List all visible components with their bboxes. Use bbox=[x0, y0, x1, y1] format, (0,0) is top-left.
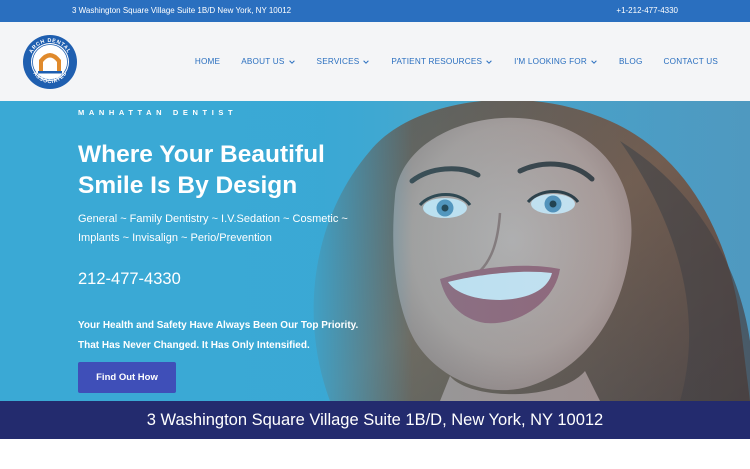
nav-about-us-label: ABOUT US bbox=[241, 57, 285, 66]
chevron-down-icon bbox=[288, 59, 295, 64]
chevron-down-icon bbox=[363, 59, 370, 64]
nav-im-looking-for-label: I'M LOOKING FOR bbox=[514, 57, 587, 66]
nav-patient-resources-label: PATIENT RESOURCES bbox=[391, 57, 483, 66]
hero-eyebrow: MANHATTAN DENTIST bbox=[78, 108, 238, 117]
nav-services[interactable]: SERVICES bbox=[317, 57, 371, 66]
top-contact-bar: 3 Washington Square Village Suite 1B/D N… bbox=[0, 0, 750, 22]
nav-im-looking-for[interactable]: I'M LOOKING FOR bbox=[514, 57, 598, 66]
site-header: ARCH DENTAL ASSOCIATES HOME ABOUT US SER… bbox=[0, 22, 750, 101]
find-out-how-button[interactable]: Find Out How bbox=[78, 362, 176, 393]
nav-blog[interactable]: BLOG bbox=[619, 57, 643, 66]
address-banner: 3 Washington Square Village Suite 1B/D, … bbox=[0, 401, 750, 439]
hero-services-list: General ~ Family Dentistry ~ I.V.Sedatio… bbox=[78, 213, 348, 244]
top-phone-link[interactable]: +1-212-477-4330 bbox=[616, 0, 678, 22]
hero-banner: MANHATTAN DENTIST Where Your Beautiful S… bbox=[0, 101, 750, 401]
hero-phone-link[interactable]: 212-477-4330 bbox=[78, 270, 181, 289]
nav-contact-us-label: CONTACT US bbox=[663, 57, 718, 66]
nav-home-label: HOME bbox=[194, 57, 221, 66]
arch-dental-logo-icon: ARCH DENTAL ASSOCIATES bbox=[23, 35, 77, 89]
hero-headline: Where Your Beautiful Smile Is By Design bbox=[78, 141, 325, 199]
nav-services-label: SERVICES bbox=[316, 57, 360, 66]
hero-tagline: Your Health and Safety Have Always Been … bbox=[78, 320, 359, 351]
practice-logo[interactable]: ARCH DENTAL ASSOCIATES bbox=[22, 34, 78, 90]
nav-home[interactable]: HOME bbox=[195, 57, 220, 66]
address-banner-text: 3 Washington Square Village Suite 1B/D, … bbox=[146, 410, 604, 429]
nav-blog-label: BLOG bbox=[618, 57, 643, 66]
chevron-down-icon bbox=[486, 59, 492, 64]
nav-contact-us[interactable]: CONTACT US bbox=[664, 57, 718, 66]
main-navigation: HOME ABOUT US SERVICES PATIENT RESOURCES… bbox=[195, 22, 718, 101]
nav-patient-resources[interactable]: PATIENT RESOURCES bbox=[391, 57, 493, 66]
nav-about-us[interactable]: ABOUT US bbox=[241, 57, 295, 66]
top-address: 3 Washington Square Village Suite 1B/D N… bbox=[72, 6, 292, 15]
page-continuation bbox=[0, 439, 750, 469]
chevron-down-icon bbox=[591, 59, 597, 64]
